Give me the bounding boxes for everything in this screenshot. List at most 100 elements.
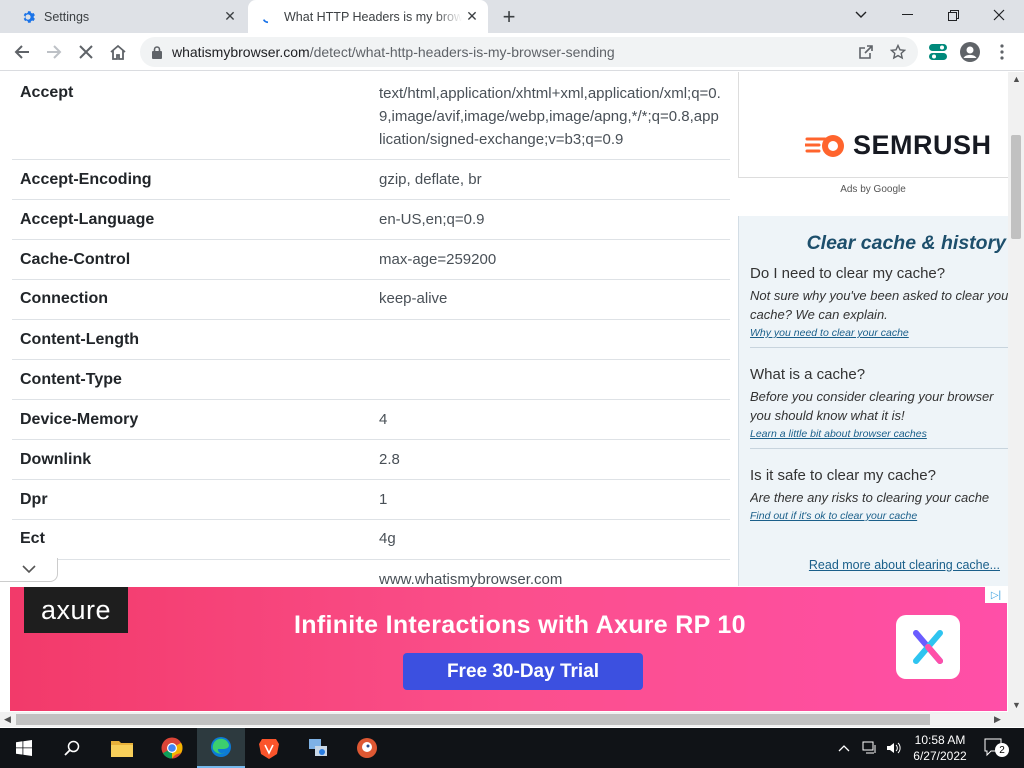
- list-item: What is a cache? Before you consider cle…: [750, 348, 1008, 449]
- new-tab-button[interactable]: +: [497, 4, 521, 29]
- tab-strip: Settings ✕ What HTTP Headers is my brows…: [0, 0, 1024, 33]
- url-domain: whatismybrowser.com: [172, 44, 310, 60]
- clear-cache-panel: Clear cache & history Do I need to clear…: [738, 216, 1008, 586]
- scroll-up-icon[interactable]: ▲: [1012, 74, 1021, 84]
- notification-center-icon[interactable]: 2: [984, 728, 1009, 768]
- table-row: Accept text/html,application/xhtml+xml,a…: [12, 72, 730, 160]
- home-button[interactable]: [104, 38, 132, 66]
- ad-choices-icon[interactable]: ▷|: [985, 587, 1007, 603]
- collapse-toggle[interactable]: [0, 558, 58, 582]
- horizontal-scrollbar[interactable]: ◀ ▶: [0, 712, 1024, 727]
- stop-loading-button[interactable]: [72, 38, 100, 66]
- axure-banner-ad[interactable]: axure Infinite Interactions with Axure R…: [10, 587, 1007, 711]
- restore-button[interactable]: [930, 0, 976, 30]
- forward-button[interactable]: [40, 38, 68, 66]
- header-value: 4g: [379, 530, 396, 547]
- scrollbar-thumb[interactable]: [16, 714, 930, 725]
- scroll-right-icon[interactable]: ▶: [994, 714, 1001, 725]
- table-row: Dpr 1: [12, 480, 730, 520]
- list-item: Is it safe to clear my cache? Are there …: [750, 449, 1008, 530]
- network-app-icon[interactable]: [294, 728, 342, 768]
- clock-time: 10:58 AM: [914, 733, 966, 747]
- back-button[interactable]: [8, 38, 36, 66]
- lock-icon[interactable]: [152, 45, 162, 59]
- cache-link[interactable]: Learn a little bit about browser caches: [750, 428, 1008, 440]
- header-value: max-age=259200: [379, 251, 497, 268]
- cache-panel-title: Clear cache & history: [806, 232, 1006, 254]
- axure-logo: axure: [24, 587, 128, 633]
- menu-kebab-icon[interactable]: [988, 38, 1016, 66]
- ads-by-google[interactable]: Ads by Google: [738, 184, 1008, 195]
- gear-icon: [20, 9, 36, 25]
- browser-toolbar: whatismybrowser.com/detect/what-http-hea…: [0, 33, 1024, 71]
- close-icon[interactable]: ✕: [220, 7, 240, 27]
- tab-settings[interactable]: Settings ✕: [8, 0, 246, 33]
- cache-link[interactable]: Find out if it's ok to clear your cache: [750, 510, 1008, 522]
- cache-question: What is a cache?: [750, 366, 866, 383]
- file-explorer-icon[interactable]: [98, 728, 146, 768]
- close-window-button[interactable]: [976, 0, 1022, 30]
- address-bar[interactable]: whatismybrowser.com/detect/what-http-hea…: [140, 37, 918, 67]
- header-value: [371, 360, 730, 399]
- header-value: gzip, deflate, br: [379, 171, 482, 188]
- cache-description: you should know what it is!: [750, 408, 905, 423]
- header-value: text/html,application/xhtml+xml,applicat…: [379, 85, 721, 148]
- table-row: Downlink 2.8: [12, 440, 730, 480]
- header-name: Accept: [20, 84, 74, 101]
- tab-search-icon[interactable]: [838, 0, 884, 30]
- share-icon[interactable]: [852, 38, 880, 66]
- table-row: Content-Type: [12, 360, 730, 400]
- semrush-brand: SEMRUSH: [853, 130, 992, 160]
- header-name: Device-Memory: [20, 411, 139, 428]
- vertical-scrollbar[interactable]: ▲ ▼: [1008, 72, 1024, 712]
- chrome-icon[interactable]: [148, 728, 196, 768]
- close-icon[interactable]: ✕: [462, 7, 482, 27]
- minimize-button[interactable]: [884, 0, 930, 30]
- network-icon[interactable]: [862, 728, 878, 768]
- cache-link[interactable]: Why you need to clear your cache: [750, 327, 1008, 339]
- semrush-logo: SEMRUSH: [805, 130, 992, 161]
- semrush-ad[interactable]: SEMRUSH: [738, 72, 1008, 178]
- profile-avatar-icon[interactable]: [956, 38, 984, 66]
- tab-title: What HTTP Headers is my browser sending: [284, 9, 462, 24]
- header-name: Content-Type: [20, 371, 122, 388]
- header-value: 1: [379, 491, 388, 508]
- list-item: Do I need to clear my cache? Not sure wh…: [750, 255, 1008, 348]
- header-value: keep-alive: [379, 290, 448, 307]
- cache-description: Before you consider clearing your browse…: [750, 389, 994, 404]
- table-row: Cache-Control max-age=259200: [12, 240, 730, 280]
- chevron-down-icon: [21, 565, 36, 574]
- system-clock[interactable]: 10:58 AM 6/27/2022: [900, 732, 980, 764]
- cache-description: Are there any risks to clearing your cac…: [750, 490, 990, 505]
- extensions-icon[interactable]: [924, 38, 952, 66]
- scroll-left-icon[interactable]: ◀: [4, 714, 11, 725]
- duckduckgo-icon[interactable]: [343, 728, 391, 768]
- free-trial-button[interactable]: Free 30-Day Trial: [403, 653, 643, 690]
- web-page: Accept text/html,application/xhtml+xml,a…: [0, 72, 1024, 712]
- table-row: Ect 4g: [12, 520, 730, 560]
- windows-start-icon[interactable]: [0, 728, 48, 768]
- brave-icon[interactable]: [245, 728, 293, 768]
- header-name: Accept-Encoding: [20, 171, 152, 188]
- header-value: 2.8: [379, 451, 400, 468]
- banner-headline: Infinite Interactions with Axure RP 10: [294, 611, 746, 639]
- clock-date: 6/27/2022: [913, 749, 967, 763]
- http-headers-table: Accept text/html,application/xhtml+xml,a…: [12, 72, 730, 600]
- tab-title: Settings: [44, 9, 90, 24]
- header-name: Connection: [20, 290, 108, 307]
- header-name: Content-Length: [20, 331, 140, 348]
- table-row: Accept-Language en-US,en;q=0.9: [12, 200, 730, 240]
- tab-http-headers[interactable]: What HTTP Headers is my browser sending …: [248, 0, 488, 33]
- scrollbar-thumb[interactable]: [1011, 135, 1021, 239]
- scroll-down-icon[interactable]: ▼: [1012, 700, 1021, 710]
- edge-icon[interactable]: [197, 728, 245, 768]
- search-icon[interactable]: [48, 728, 96, 768]
- header-name: Ect: [20, 530, 45, 547]
- header-value: [371, 320, 730, 359]
- axure-x-icon: [896, 615, 960, 679]
- show-hidden-icons[interactable]: [838, 728, 850, 768]
- bookmark-star-icon[interactable]: [884, 38, 912, 66]
- header-value: 4: [379, 411, 388, 428]
- cache-question: Is it safe to clear my cache?: [750, 467, 936, 484]
- header-name: Accept-Language: [20, 211, 155, 228]
